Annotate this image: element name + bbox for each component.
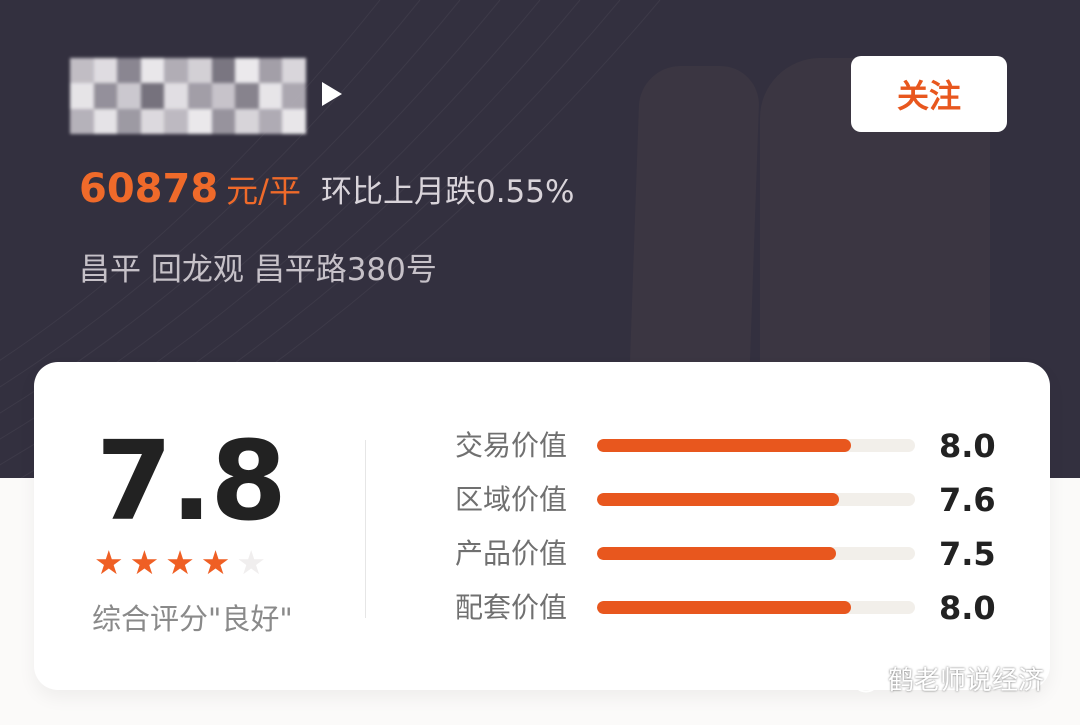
metric-row: 产品价值 7.5: [455, 529, 996, 579]
right-triangle-icon[interactable]: [322, 82, 342, 106]
star-icon: ★: [165, 543, 195, 582]
overall-score: 7.8: [96, 417, 287, 545]
metric-label: 配套价值: [455, 591, 568, 624]
community-name-mosaic: [70, 58, 306, 134]
price-unit: 元/平: [226, 172, 301, 210]
metric-row: 交易价值 8.0: [455, 421, 996, 471]
star-icon: ★: [94, 543, 124, 582]
address: 昌平 回龙观 昌平路380号: [79, 252, 437, 288]
star-icon: ★: [200, 543, 231, 582]
metric-label: 区域价值: [455, 483, 568, 516]
star-icon: ★: [129, 543, 160, 582]
metric-row: 配套价值 8.0: [455, 583, 996, 633]
price-change: 环比上月跌0.55%: [320, 174, 575, 210]
metric-bar-fill: [597, 493, 839, 506]
star-icon: ★: [236, 543, 266, 582]
metric-bar: [597, 601, 915, 614]
watermark-text: 鹤老师说经济: [888, 666, 1045, 696]
follow-button[interactable]: 关注: [851, 56, 1007, 132]
score-label: 综合评分"良好": [92, 602, 293, 636]
metric-value: 8.0: [939, 589, 996, 627]
metric-value: 7.6: [939, 481, 996, 519]
watermark: 鹤老师说经济: [840, 660, 1044, 697]
metric-bar-fill: [597, 439, 852, 452]
metric-value: 8.0: [939, 427, 996, 465]
metric-value: 7.5: [939, 535, 996, 573]
metric-row: 区域价值 7.6: [455, 475, 996, 525]
price-line: 60878 元/平 环比上月跌0.55%: [79, 166, 574, 216]
average-price: 60878: [79, 166, 219, 212]
divider: [365, 440, 366, 618]
metric-bar: [597, 493, 915, 506]
metric-bar-fill: [597, 547, 836, 560]
metric-bar: [597, 439, 915, 452]
metric-bar-fill: [597, 601, 852, 614]
metric-bar: [597, 547, 915, 560]
wechat-icon: [841, 664, 878, 692]
metric-label: 交易价值: [455, 429, 568, 462]
metric-label: 产品价值: [455, 537, 568, 570]
star-rating: ★ ★ ★ ★ ★: [94, 546, 266, 579]
